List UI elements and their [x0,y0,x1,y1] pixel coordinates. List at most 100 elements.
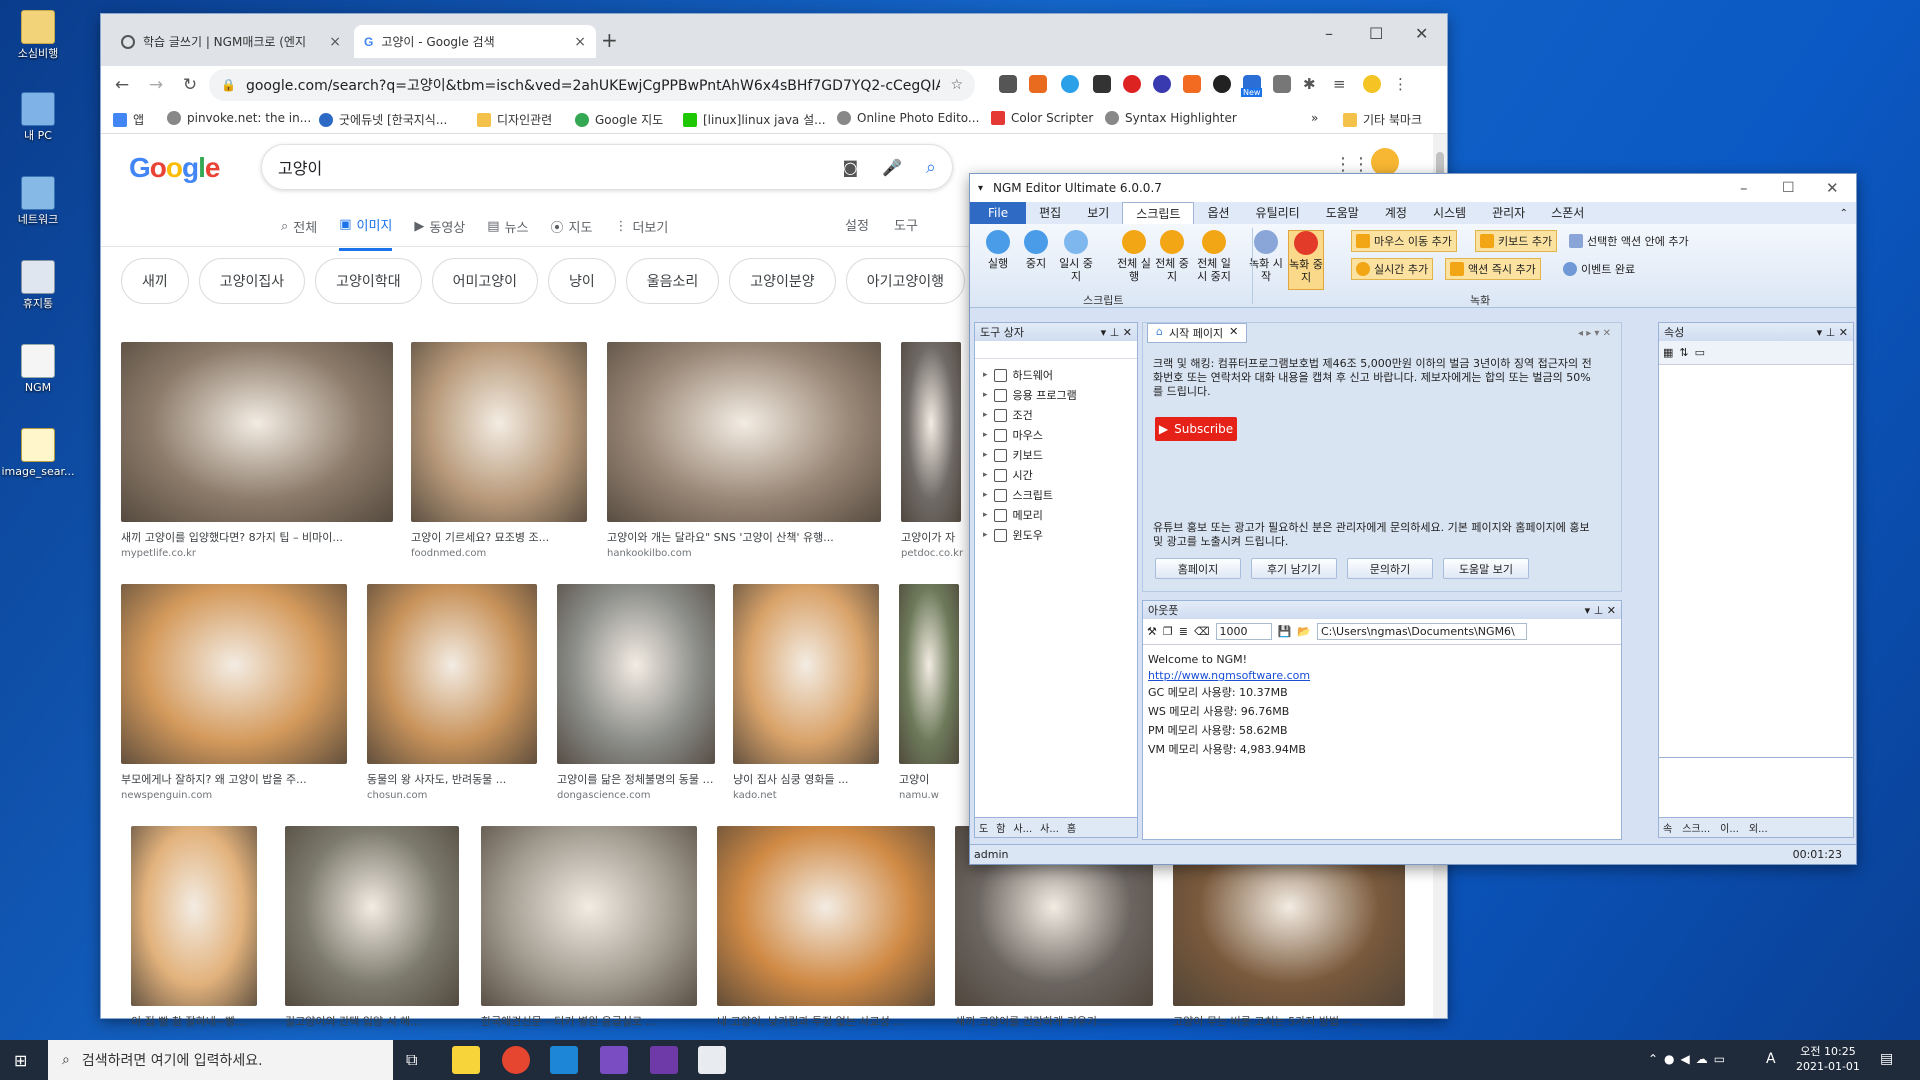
result-caption[interactable]: 고양이가 자 [901,529,961,545]
image-result[interactable]: 고양이 namu.w [899,584,959,801]
extension-icon[interactable] [1029,75,1047,93]
ime-indicator[interactable]: A [1766,1051,1776,1067]
ribbon-button[interactable]: 일시 중지 [1058,230,1094,283]
chip[interactable]: 아기고양이행 [845,258,965,304]
bookmark-google-maps[interactable]: Google 지도 [575,111,663,128]
categorized-icon[interactable]: ▦ [1663,346,1673,359]
add-realtime-button[interactable]: 실시간 추가 [1351,258,1434,280]
tools-link[interactable]: 도구 [894,215,918,234]
tab-ngm-blog[interactable]: 학습 글쓰기 | NGM매크로 (엔지 × [111,25,351,58]
desktop-icon-recycle-bin[interactable]: 휴지통 [0,260,76,310]
extension-icon[interactable] [1123,75,1141,93]
result-thumbnail[interactable] [733,584,879,764]
bookmark-photo-editor[interactable]: Online Photo Edito... [837,111,979,125]
chrome-icon[interactable] [502,1046,530,1074]
system-tray-icons[interactable]: ⌃●◀☁▭ [1648,1052,1731,1066]
result-thumbnail[interactable] [717,826,935,1006]
tab-properties[interactable]: 속 [1663,820,1672,835]
expand-icon[interactable]: ▸ [983,410,988,420]
result-caption[interactable]: 한국애견신문 – 터키 병원 응급실로 ... [481,1013,697,1029]
extension-icon[interactable] [1273,75,1291,93]
tab-start-page[interactable]: ⌂ 시작 페이지 ✕ [1147,323,1248,343]
bookmark-design[interactable]: 디자인관련 [477,111,552,128]
windows-start-icon[interactable]: ⊞ [14,1051,27,1070]
sort-alpha-icon[interactable]: ⇅ [1679,346,1688,359]
result-thumbnail[interactable] [121,342,393,522]
add-action-now-button[interactable]: 액션 즉시 추가 [1445,258,1541,280]
task-view-icon[interactable]: ⧉ [406,1050,417,1070]
taskbar-search[interactable]: ⌕ 검색하려면 여기에 입력하세요. [48,1040,393,1080]
image-result[interactable]: 고양이 기르세요? 묘조병 조... foodnmed.com [411,342,587,559]
ribbon-button[interactable]: 전체 실행 [1116,230,1152,283]
menu-utility[interactable]: 유틸리티 [1243,202,1313,224]
google-logo[interactable]: Google [129,152,220,184]
result-thumbnail[interactable] [131,826,257,1006]
result-caption[interactable]: 길고양이의 간택 입양 시 해... [285,1013,459,1029]
subscribe-button[interactable]: ▶ Subscribe [1155,417,1237,441]
google-apps-icon[interactable]: ⋮⋮ [1334,154,1370,175]
result-caption[interactable]: 고양이 [899,771,959,787]
extension-icon[interactable] [1153,75,1171,93]
close-tab-icon[interactable]: ✕ [1229,325,1238,341]
add-keyboard-button[interactable]: 키보드 추가 [1475,230,1558,252]
tab-image[interactable]: 이... [1720,820,1739,835]
bookmark-apps[interactable]: 앱 [113,111,144,128]
notification-icon[interactable]: ▤ [1880,1051,1893,1067]
result-caption[interactable]: 동물의 왕 사자도, 반려동물 ... [367,771,537,787]
eraser-icon[interactable]: ⌫ [1194,625,1210,638]
chip[interactable]: 고양이학대 [315,258,422,304]
close-window-icon[interactable]: ✕ [1415,24,1428,43]
ribbon-button[interactable]: 실행 [980,230,1016,270]
toolbox-tree-item[interactable]: ▸ 윈도우 [975,525,1137,545]
microphone-icon[interactable]: 🎤 [882,158,902,177]
toolbox-filter[interactable] [975,341,1137,359]
menu-options[interactable]: 옵션 [1194,202,1242,224]
output-path-input[interactable]: C:\Users\ngmas\Documents\NGM6\ [1316,623,1527,640]
tab-user-1[interactable]: 사... [1013,820,1032,835]
contact-button[interactable]: 문의하기 [1347,558,1433,579]
homepage-button[interactable]: 홈페이지 [1155,558,1241,579]
wrap-icon[interactable]: ≣ [1179,625,1188,638]
extension-icon[interactable] [1183,75,1201,93]
tab-script[interactable]: 스크... [1682,820,1710,835]
bookmark-linux-java[interactable]: [linux]linux java 설... [683,111,826,128]
image-result[interactable]: 동물의 왕 사자도, 반려동물 ... chosun.com [367,584,537,801]
chip[interactable]: 냥이 [547,258,616,304]
expand-icon[interactable]: ▸ [983,510,988,520]
copy-icon[interactable]: ❐ [1163,625,1173,638]
result-thumbnail[interactable] [481,826,697,1006]
bookmark-syntax-highlighter[interactable]: Syntax Highlighter [1105,111,1237,125]
search-icon[interactable]: ⌕ [926,157,936,178]
expand-icon[interactable]: ▸ [983,470,988,480]
extension-icon[interactable] [1093,75,1111,93]
avatar[interactable] [1363,75,1381,93]
result-caption[interactable]: 새끼 고양이를 건강하게 키우기 ... [955,1013,1153,1029]
desktop-icon-ngm[interactable]: NGM [0,344,76,394]
image-result[interactable]: 냥이 집사 심쿵 영화들 ... kado.net [733,584,879,801]
result-thumbnail[interactable] [367,584,537,764]
close-tab-icon[interactable]: × [329,34,341,50]
desktop-icon-my-pc[interactable]: 내 PC [0,92,76,142]
tab-google-search[interactable]: G 고양이 - Google 검색 × [354,25,596,58]
clock[interactable]: 오전 10:25 2021-01-01 [1796,1044,1860,1074]
toolbox-tree-item[interactable]: ▸ 키보드 [975,445,1137,465]
result-thumbnail[interactable] [285,826,459,1006]
help-button[interactable]: 도움말 보기 [1443,558,1529,579]
property-pages-icon[interactable]: ▭ [1695,346,1705,359]
reading-list-icon[interactable]: ≡ [1333,75,1351,93]
settings-link[interactable]: 설정 [845,215,869,234]
address-bar[interactable]: 🔒 google.com/search?q=고양이&tbm=isch&ved=2… [209,69,975,101]
desktop-icon-network[interactable]: 네트워크 [0,176,76,226]
close-tab-icon[interactable]: × [574,34,586,50]
image-result[interactable]: 길고양이의 간택 입양 시 해... [285,826,459,1029]
image-result[interactable]: 한국애견신문 – 터키 병원 응급실로 ... [481,826,697,1029]
menu-view[interactable]: 보기 [1074,202,1122,224]
visual-studio-icon[interactable] [600,1046,628,1074]
chip[interactable]: 새끼 [121,258,189,304]
desktop-icon-user[interactable]: 소심비행 [0,10,76,60]
ribbon-button[interactable]: 중지 [1018,230,1054,270]
line-count-input[interactable]: 1000 [1215,623,1272,640]
ribbon-button[interactable]: 녹화 시작 [1248,230,1284,283]
image-result[interactable]: 내 고양이, 낮가림과 투정 없는 사교성 ... [717,826,935,1029]
result-caption[interactable]: 고양이와 개는 달라요" SNS '고양이 산책' 유행... [607,529,881,545]
